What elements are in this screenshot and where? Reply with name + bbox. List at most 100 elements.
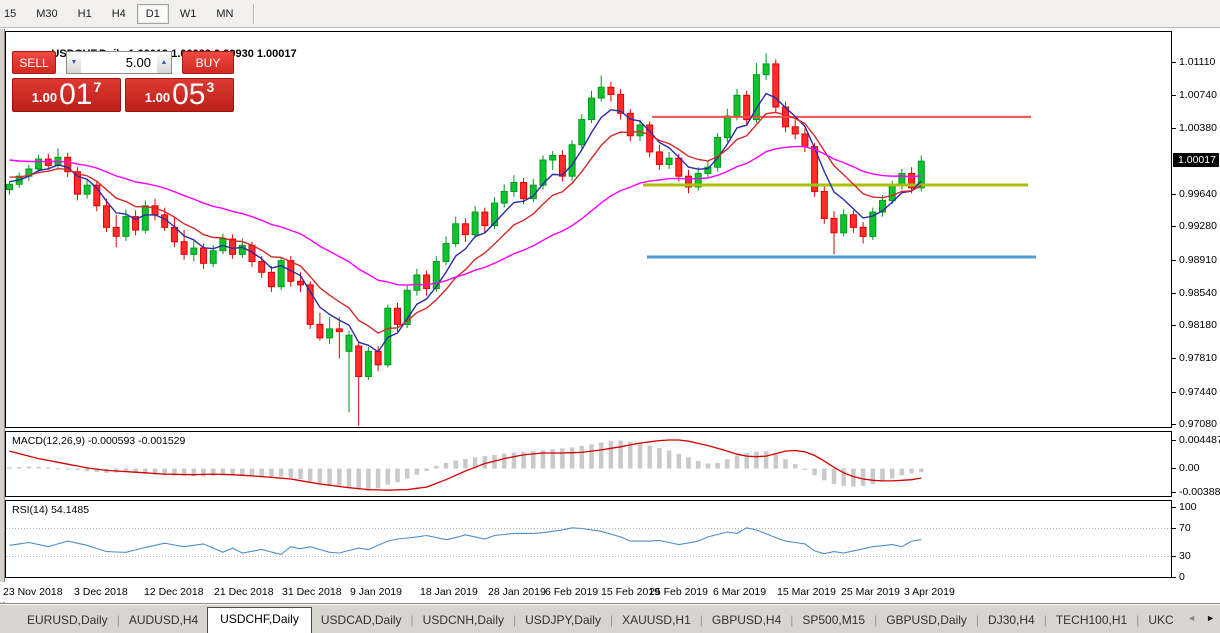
- price-tick-label: 0.99280: [1179, 220, 1217, 232]
- spin-up-icon: ▲: [161, 59, 168, 66]
- chart-tab-tech100[interactable]: TECH100,H1: [1047, 609, 1136, 633]
- date-tick-label: 31 Dec 2018: [282, 586, 342, 598]
- date-tick-label: 6 Mar 2019: [713, 586, 766, 598]
- price-tick-label: 0.97440: [1179, 386, 1217, 398]
- macd-indicator-panel[interactable]: MACD(12,26,9) -0.000593 -0.001529: [5, 431, 1172, 497]
- tab-scroll-controls: ◄ ►: [1187, 612, 1215, 624]
- sell-button[interactable]: SELL: [12, 51, 56, 74]
- date-tick-label: 18 Jan 2019: [420, 586, 478, 598]
- chart-tabs: EURUSD,Daily|AUDUSD,H4USDCHF,DailyUSDCAD…: [18, 607, 1183, 633]
- volume-decrease-button[interactable]: ▼: [66, 51, 81, 74]
- rsi-indicator-panel[interactable]: RSI(14) 54.1485: [5, 500, 1172, 578]
- price-tick-label: 0.97810: [1179, 352, 1217, 364]
- date-tick-label: 3 Apr 2019: [904, 586, 955, 598]
- buy-button[interactable]: BUY: [182, 51, 234, 74]
- chart-tabbar: EURUSD,Daily|AUDUSD,H4USDCHF,DailyUSDCAD…: [0, 603, 1220, 633]
- rsi-tick-label: 100: [1179, 501, 1197, 513]
- price-axis[interactable]: 1.011101.007401.003800.996400.992800.989…: [1172, 29, 1220, 603]
- rsi-tick: [1172, 577, 1176, 578]
- price-tick: [1172, 194, 1176, 195]
- macd-tick-label: -0.003883: [1179, 486, 1220, 498]
- rsi-chart[interactable]: [6, 501, 1171, 577]
- chart-tab-ukc[interactable]: UKC: [1139, 609, 1182, 633]
- price-tick: [1172, 392, 1176, 393]
- timeframe-button-h4[interactable]: H4: [103, 4, 135, 24]
- rsi-tick-label: 30: [1179, 550, 1191, 562]
- sell-price-prefix: 1.00: [32, 90, 57, 105]
- buy-price-button[interactable]: 1.00 05 3: [125, 78, 234, 112]
- macd-label: MACD(12,26,9) -0.000593 -0.001529: [12, 435, 185, 447]
- date-tick-label: 23 Nov 2018: [3, 586, 63, 598]
- date-tick-label: 28 Jan 2019: [488, 586, 546, 598]
- price-tick-label: 0.98180: [1179, 319, 1217, 331]
- macd-tick-label: 0.004487: [1179, 434, 1220, 446]
- macd-tick: [1172, 492, 1176, 493]
- date-tick-label: 3 Dec 2018: [74, 586, 128, 598]
- buy-price-big-digits: 05: [172, 81, 205, 109]
- buy-price-prefix: 1.00: [145, 90, 170, 105]
- current-price-badge: 1.00017: [1173, 153, 1219, 167]
- main-chart-panel[interactable]: ▲USDCHF,Daily 1.00019 1.00029 0.99930 1.…: [5, 31, 1172, 428]
- price-tick-label: 1.01110: [1179, 56, 1215, 68]
- chart-tab-usdjpy[interactable]: USDJPY,Daily: [516, 609, 610, 633]
- timeframe-button-m30[interactable]: M30: [27, 4, 66, 24]
- timeframe-toolbar: 15M30H1H4D1W1MN: [0, 0, 1220, 28]
- sell-price-button[interactable]: 1.00 01 7: [12, 78, 121, 112]
- price-tick: [1172, 358, 1176, 359]
- buy-price-pipette: 3: [206, 79, 214, 95]
- spin-down-icon: ▼: [71, 59, 78, 66]
- chart-tab-gbpusd[interactable]: GBPUSD,Daily: [877, 609, 976, 633]
- chart-tab-eurusd[interactable]: EURUSD,Daily: [18, 609, 117, 633]
- chart-tab-gbpusd[interactable]: GBPUSD,H4: [703, 609, 790, 633]
- one-click-trading-panel: SELL ▼ ▲ BUY 1.00 01 7 1.00 05 3: [12, 51, 242, 112]
- mt4-terminal: 15M30H1H4D1W1MN ▲USDCHF,Daily 1.00019 1.…: [0, 0, 1220, 633]
- tab-scroll-right-icon[interactable]: ►: [1206, 612, 1215, 624]
- date-tick-label: 25 Mar 2019: [841, 586, 900, 598]
- date-tick-label: 25 Feb 2019: [649, 586, 708, 598]
- rsi-tick-label: 70: [1179, 522, 1191, 534]
- price-tick: [1172, 95, 1176, 96]
- chart-tab-dj30[interactable]: DJ30,H4: [979, 609, 1044, 633]
- date-tick-label: 6 Feb 2019: [545, 586, 598, 598]
- date-tick-label: 9 Jan 2019: [350, 586, 402, 598]
- date-tick-label: 12 Dec 2018: [144, 586, 204, 598]
- timeframe-button-15[interactable]: 15: [1, 4, 25, 24]
- price-tick-label: 0.98910: [1179, 254, 1217, 266]
- price-tick-label: 0.97080: [1179, 418, 1217, 430]
- timeframe-button-mn[interactable]: MN: [207, 4, 242, 24]
- timeframe-button-d1[interactable]: D1: [137, 4, 169, 24]
- rsi-label: RSI(14) 54.1485: [12, 504, 89, 516]
- rsi-tick-label: 0: [1179, 571, 1185, 583]
- chart-window: ▲USDCHF,Daily 1.00019 1.00029 0.99930 1.…: [0, 29, 1220, 603]
- chart-tab-xauusd[interactable]: XAUUSD,H1: [613, 609, 700, 633]
- price-tick-label: 1.00380: [1179, 122, 1217, 134]
- chart-tab-audusd[interactable]: AUDUSD,H4: [120, 609, 207, 633]
- price-tick: [1172, 226, 1176, 227]
- price-tick: [1172, 424, 1176, 425]
- chart-tab-sp500[interactable]: SP500,M15: [793, 609, 874, 633]
- chart-tab-usdcad[interactable]: USDCAD,Daily: [312, 609, 411, 633]
- volume-input[interactable]: [81, 51, 157, 74]
- tab-scroll-left-icon[interactable]: ◄: [1187, 612, 1196, 624]
- rsi-tick: [1172, 507, 1176, 508]
- date-tick-label: 21 Dec 2018: [214, 586, 274, 598]
- rsi-tick: [1172, 528, 1176, 529]
- chart-tab-usdcnh[interactable]: USDCNH,Daily: [414, 609, 513, 633]
- rsi-tick: [1172, 556, 1176, 557]
- timeframe-button-h1[interactable]: H1: [69, 4, 101, 24]
- price-tick-label: 1.00740: [1179, 89, 1217, 101]
- price-tick-label: 0.98540: [1179, 287, 1217, 299]
- date-tick-label: 15 Mar 2019: [777, 586, 836, 598]
- sell-price-big-digits: 01: [59, 81, 92, 109]
- timeframe-button-w1[interactable]: W1: [171, 4, 206, 24]
- volume-increase-button[interactable]: ▲: [157, 51, 172, 74]
- chart-tab-usdchf[interactable]: USDCHF,Daily: [207, 607, 312, 633]
- timeframe-buttons: 15M30H1H4D1W1MN: [0, 4, 243, 24]
- date-axis[interactable]: 23 Nov 2018 3 Dec 2018 12 Dec 2018 21 Dec 2…: [0, 582, 1172, 602]
- price-tick: [1172, 293, 1176, 294]
- price-tick: [1172, 128, 1176, 129]
- price-tick: [1172, 325, 1176, 326]
- toolbar-separator: [253, 4, 254, 24]
- macd-tick: [1172, 468, 1176, 469]
- macd-tick-label: 0.00: [1179, 462, 1199, 474]
